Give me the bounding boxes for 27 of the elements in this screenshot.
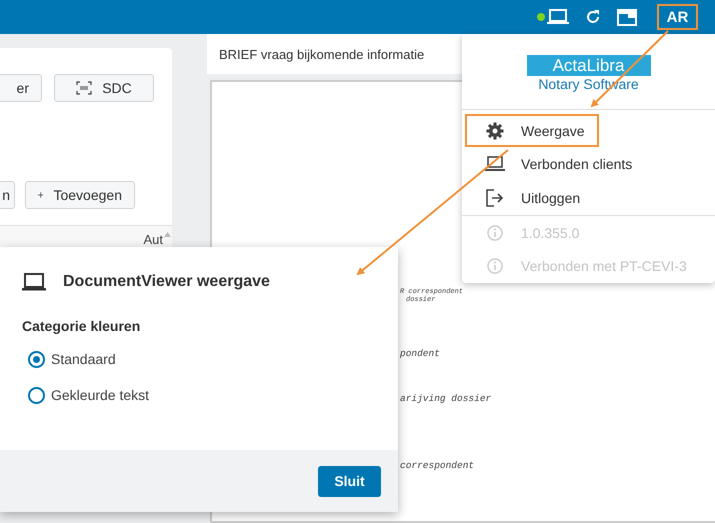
info-icon (485, 224, 505, 241)
refresh-icon[interactable] (585, 9, 601, 25)
radio-option[interactable]: Standaard (28, 348, 398, 370)
laptop-icon (485, 156, 505, 172)
toolbar-button[interactable]: er (0, 74, 42, 102)
dialog-title: DocumentViewer weergave (63, 273, 270, 291)
document-text: pondent (400, 348, 440, 359)
scan-icon (76, 81, 92, 95)
laptop-icon (22, 273, 46, 291)
sort-icon (164, 232, 171, 237)
radio-option[interactable]: Gekleurde tekst (28, 384, 398, 406)
laptop-icon[interactable] (547, 9, 569, 25)
toolbar-button[interactable]: Toevoegen (25, 181, 135, 209)
toolbar-button[interactable]: SDC (54, 74, 154, 102)
menu-item[interactable]: Weergave (465, 114, 599, 148)
column-header[interactable]: Aut (143, 232, 163, 247)
user-menu-button[interactable]: AR (657, 4, 698, 30)
logout-icon (485, 188, 505, 207)
section-label: Categorie kleuren (22, 318, 142, 334)
window-icon[interactable] (617, 8, 637, 26)
info-icon (485, 258, 505, 274)
gear-icon (485, 122, 505, 140)
toolbar-button[interactable]: n (0, 181, 15, 209)
document-title: BRIEF vraag bijkomende informatie (219, 46, 424, 62)
document-text: correspondent (400, 460, 474, 471)
document-text: arijving dossier (400, 393, 492, 404)
close-button[interactable]: Sluit (318, 466, 381, 496)
